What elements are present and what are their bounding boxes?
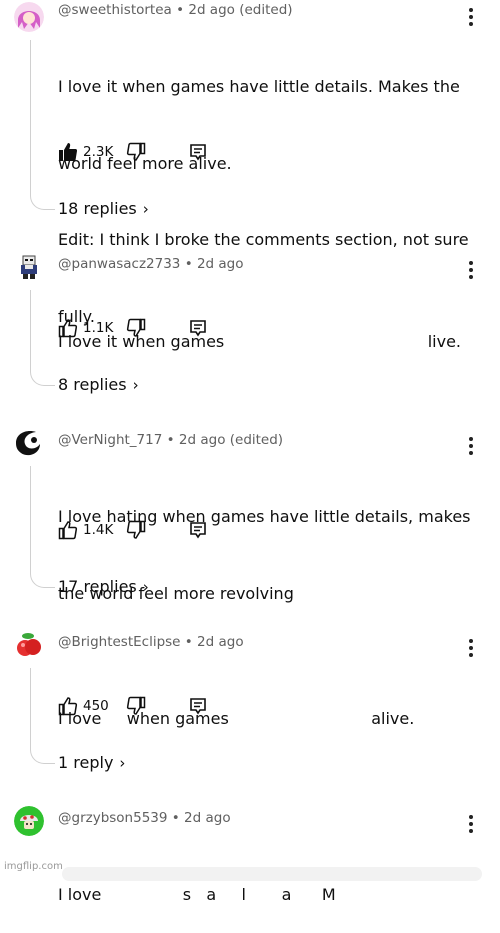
avatar[interactable] [14, 428, 44, 458]
chevron-right-icon: › [142, 578, 149, 596]
dislike-icon[interactable] [126, 142, 146, 162]
more-options-icon[interactable] [466, 261, 476, 279]
reply-icon[interactable] [188, 696, 208, 716]
comment-meta: @panwasacz2733 • 2d ago [58, 256, 244, 272]
chevron-right-icon: › [142, 200, 149, 218]
comment-actions: 1.1K [58, 318, 358, 340]
like-icon[interactable] [58, 318, 78, 338]
replies-label: 1 reply [58, 753, 114, 772]
reply-icon[interactable] [188, 520, 208, 540]
avatar[interactable] [14, 252, 44, 282]
separator-dot: • [184, 634, 193, 650]
reply-thread-line [30, 466, 55, 588]
view-replies-button[interactable]: 1 reply › [58, 753, 125, 772]
separator-dot: • [171, 810, 180, 826]
separator-dot: • [166, 432, 175, 448]
comment-line: I love it when games have little details… [58, 77, 460, 96]
reply-thread-line [30, 290, 55, 386]
replies-label: 18 replies [58, 199, 137, 218]
comment-input-bar[interactable] [62, 867, 482, 881]
comment-time: 2d ago (edited) [178, 432, 284, 448]
watermark: imgflip.com [4, 861, 63, 872]
comment-meta: @BrightestEclipse • 2d ago [58, 634, 244, 650]
comment-line: I love s a l a M [58, 885, 336, 904]
avatar[interactable] [14, 806, 44, 836]
like-filled-icon[interactable] [58, 142, 78, 162]
comment-meta: @sweethistortea • 2d ago (edited) [58, 2, 293, 18]
comment-meta: @grzybson5539 • 2d ago [58, 810, 231, 826]
comment-author[interactable]: @panwasacz2733 [58, 256, 180, 272]
more-options-icon[interactable] [466, 815, 476, 833]
like-count: 1.4K [83, 522, 114, 538]
comment-meta: @VerNight_717 • 2d ago (edited) [58, 432, 283, 448]
reply-thread-line [30, 668, 55, 764]
replies-label: 8 replies [58, 375, 127, 394]
comment-text: I love s a l a M [58, 831, 336, 933]
replies-label: 17 replies [58, 577, 137, 596]
comment-actions: 1.4K [58, 520, 358, 542]
comment-text: I love hating when games have little det… [58, 453, 471, 632]
chevron-right-icon: › [132, 376, 139, 394]
view-replies-button[interactable]: 17 replies › [58, 577, 149, 596]
more-options-icon[interactable] [466, 639, 476, 657]
reply-icon[interactable] [188, 318, 208, 338]
comment-author[interactable]: @grzybson5539 [58, 810, 167, 826]
comment-author[interactable]: @sweethistortea [58, 2, 172, 18]
reply-icon[interactable] [188, 142, 208, 162]
dislike-icon[interactable] [126, 696, 146, 716]
comment-actions: 450 [58, 696, 358, 718]
avatar[interactable] [14, 630, 44, 660]
dislike-icon[interactable] [126, 318, 146, 338]
comment-author[interactable]: @BrightestEclipse [58, 634, 180, 650]
comment-time: 2d ago (edited) [188, 2, 293, 18]
separator-dot: • [184, 256, 193, 272]
dislike-icon[interactable] [126, 520, 146, 540]
chevron-right-icon: › [119, 754, 126, 772]
comment-time: 2d ago [196, 256, 244, 272]
comment-actions: 2.3K [58, 142, 358, 164]
like-icon[interactable] [58, 520, 78, 540]
like-icon[interactable] [58, 696, 78, 716]
separator-dot: • [176, 2, 185, 18]
like-count: 1.1K [83, 320, 114, 336]
view-replies-button[interactable]: 18 replies › [58, 199, 149, 218]
like-count: 2.3K [83, 144, 114, 160]
comment-time: 2d ago [184, 810, 231, 826]
like-count: 450 [83, 698, 109, 714]
comment-author[interactable]: @VerNight_717 [58, 432, 162, 448]
reply-thread-line [30, 40, 55, 210]
comment-line: Edit: I think I broke the comments secti… [58, 230, 469, 249]
comment-time: 2d ago [197, 634, 244, 650]
view-replies-button[interactable]: 8 replies › [58, 375, 139, 394]
avatar[interactable] [14, 2, 44, 32]
